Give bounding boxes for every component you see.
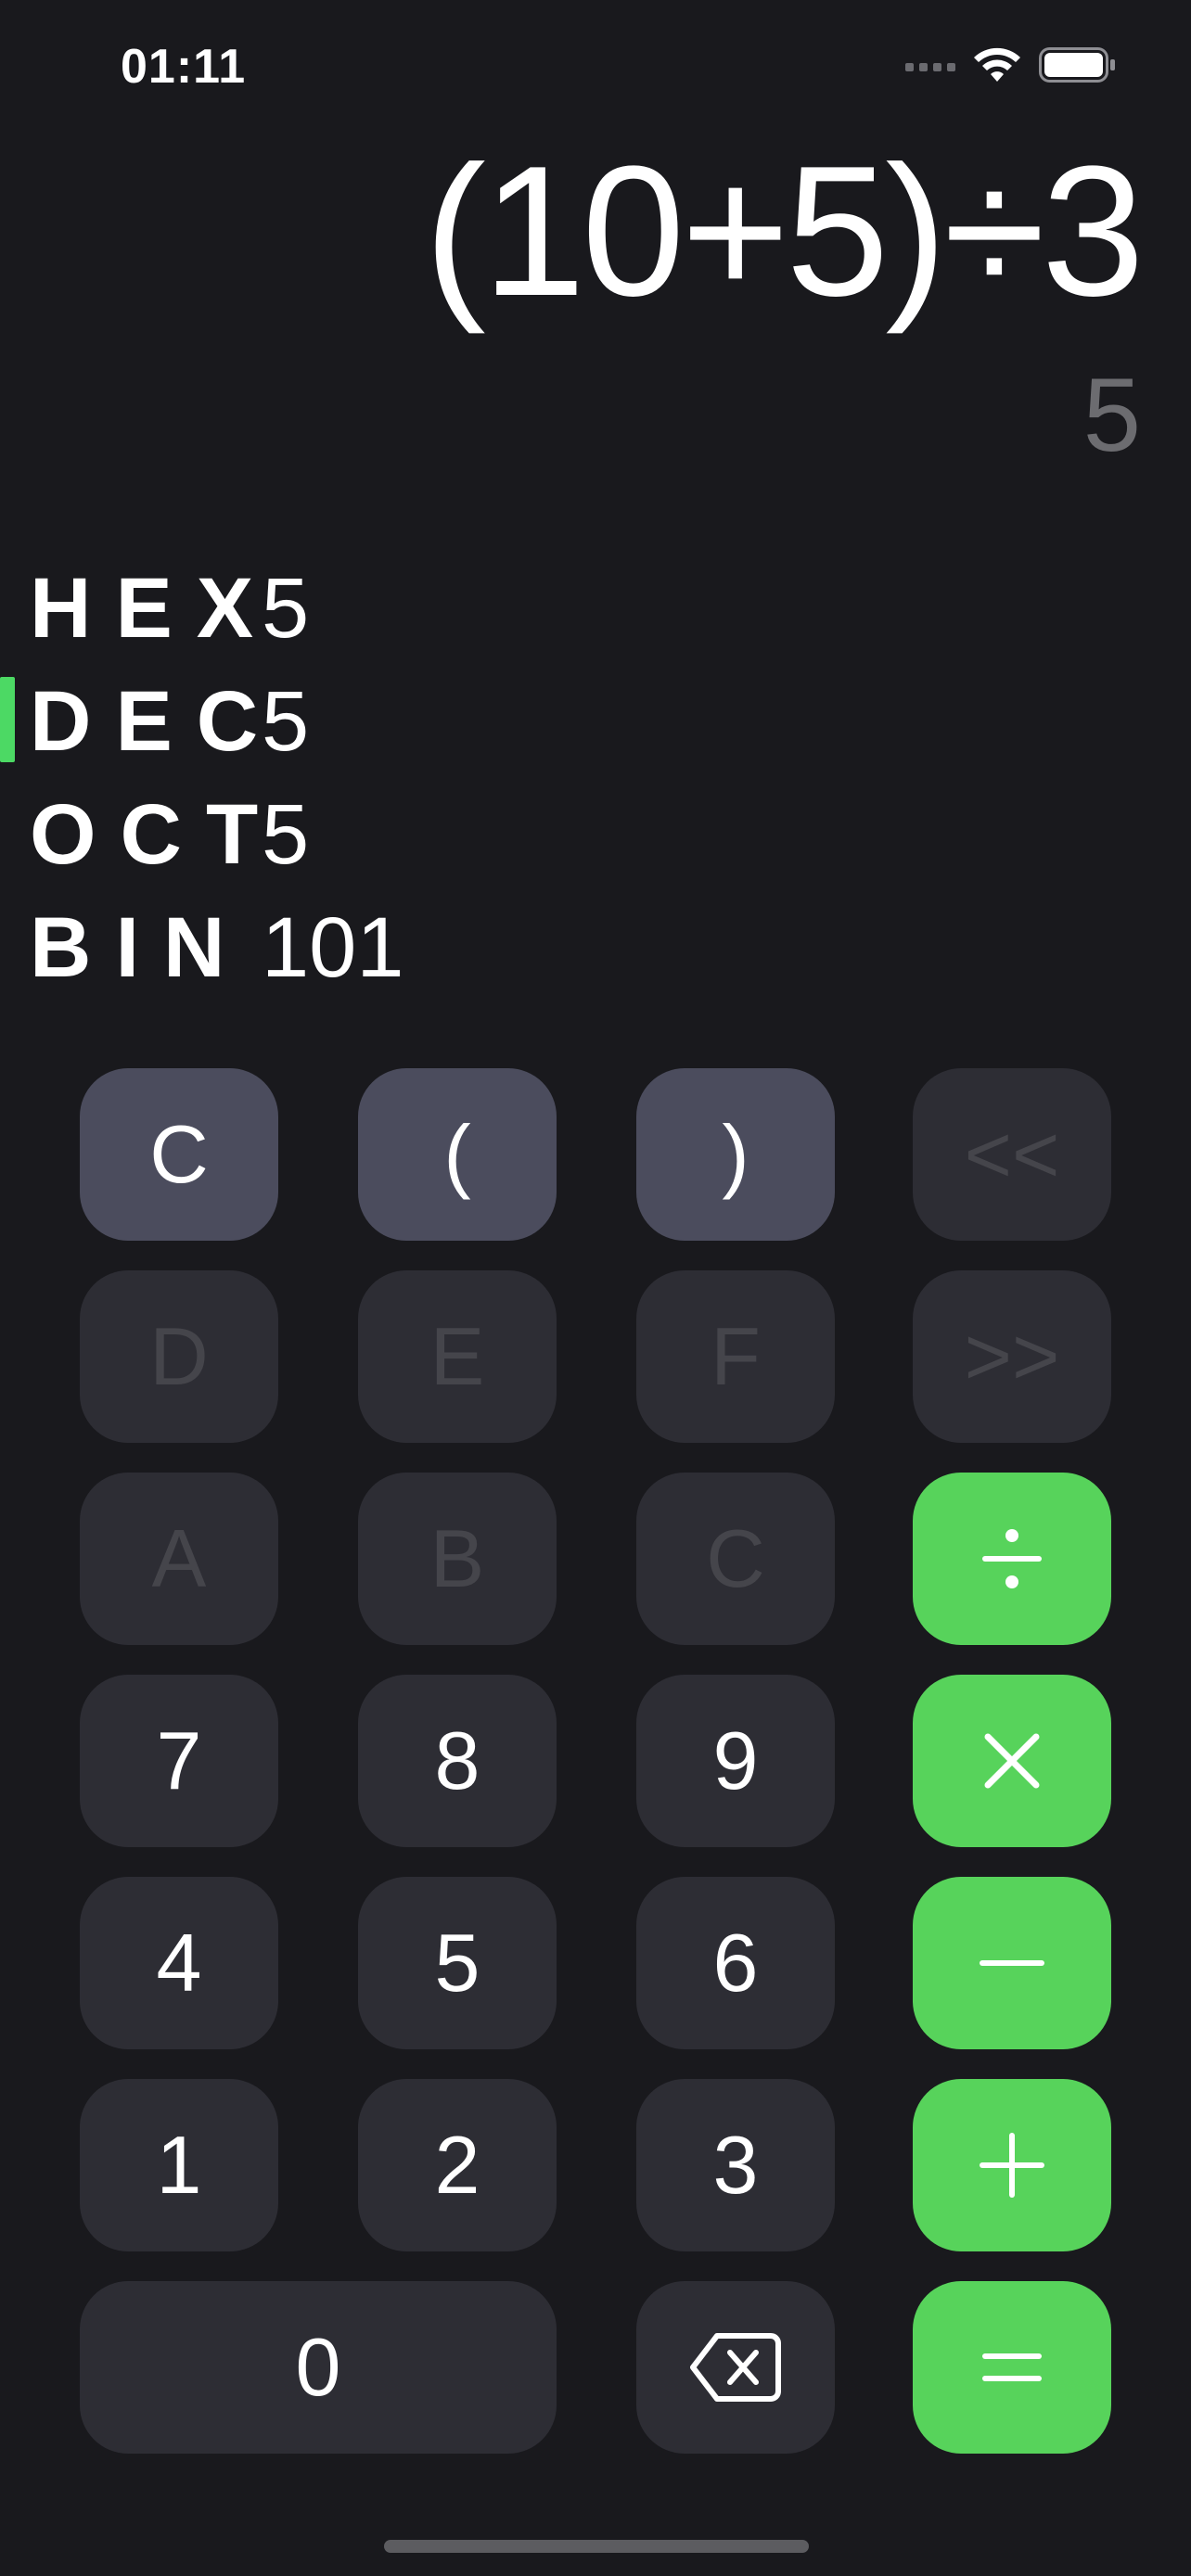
shift-right-button[interactable]: >> [913, 1270, 1111, 1443]
open-paren-button[interactable]: ( [358, 1068, 557, 1241]
digit-3-button[interactable]: 3 [636, 2079, 835, 2251]
base-row-hex[interactable]: HEX 5 [0, 547, 649, 660]
base-conversion-list: HEX 5 DEC 5 OCT 5 BIN 101 [0, 547, 649, 1000]
close-paren-button[interactable]: ) [636, 1068, 835, 1241]
hex-d-button[interactable]: D [80, 1270, 278, 1443]
status-bar: 01:11 [0, 0, 1191, 130]
base-label: HEX [30, 561, 278, 656]
minus-icon [980, 1960, 1044, 1966]
wifi-icon [972, 46, 1022, 88]
backspace-button[interactable] [636, 2281, 835, 2454]
divide-icon [982, 1529, 1042, 1588]
base-value: 101 [262, 900, 404, 995]
plus-button[interactable] [913, 2079, 1111, 2251]
base-row-oct[interactable]: OCT 5 [0, 773, 649, 886]
battery-icon [1039, 46, 1117, 88]
expression-display: (10+5)÷3 [424, 128, 1145, 335]
equals-icon [982, 2353, 1042, 2381]
digit-5-button[interactable]: 5 [358, 1877, 557, 2049]
backspace-icon [690, 2333, 781, 2402]
hex-c-button[interactable]: C [636, 1473, 835, 1645]
digit-2-button[interactable]: 2 [358, 2079, 557, 2251]
digit-0-button[interactable]: 0 [80, 2281, 557, 2454]
digit-4-button[interactable]: 4 [80, 1877, 278, 2049]
hex-b-button[interactable]: B [358, 1473, 557, 1645]
multiply-button[interactable] [913, 1675, 1111, 1847]
base-value: 5 [262, 674, 310, 769]
shift-left-button[interactable]: << [913, 1068, 1111, 1241]
clear-button[interactable]: C [80, 1068, 278, 1241]
hex-e-button[interactable]: E [358, 1270, 557, 1443]
equals-button[interactable] [913, 2281, 1111, 2454]
hex-a-button[interactable]: A [80, 1473, 278, 1645]
digit-8-button[interactable]: 8 [358, 1675, 557, 1847]
base-label: BIN [30, 900, 250, 995]
status-time: 01:11 [121, 40, 247, 94]
result-display: 5 [1082, 357, 1141, 473]
base-label: OCT [30, 787, 283, 882]
divide-button[interactable] [913, 1473, 1111, 1645]
digit-9-button[interactable]: 9 [636, 1675, 835, 1847]
multiply-icon [984, 1733, 1040, 1789]
base-value: 5 [262, 561, 310, 656]
home-indicator[interactable] [384, 2540, 809, 2553]
digit-1-button[interactable]: 1 [80, 2079, 278, 2251]
digit-6-button[interactable]: 6 [636, 1877, 835, 2049]
base-label: DEC [30, 674, 283, 769]
base-row-dec[interactable]: DEC 5 [0, 660, 649, 773]
status-icons [905, 45, 1117, 89]
base-row-bin[interactable]: BIN 101 [0, 886, 649, 1000]
hex-f-button[interactable]: F [636, 1270, 835, 1443]
digit-7-button[interactable]: 7 [80, 1675, 278, 1847]
cellular-signal-icon [905, 62, 955, 71]
minus-button[interactable] [913, 1877, 1111, 2049]
plus-icon [980, 2133, 1044, 2198]
base-value: 5 [262, 787, 310, 882]
selected-base-indicator [0, 677, 15, 762]
